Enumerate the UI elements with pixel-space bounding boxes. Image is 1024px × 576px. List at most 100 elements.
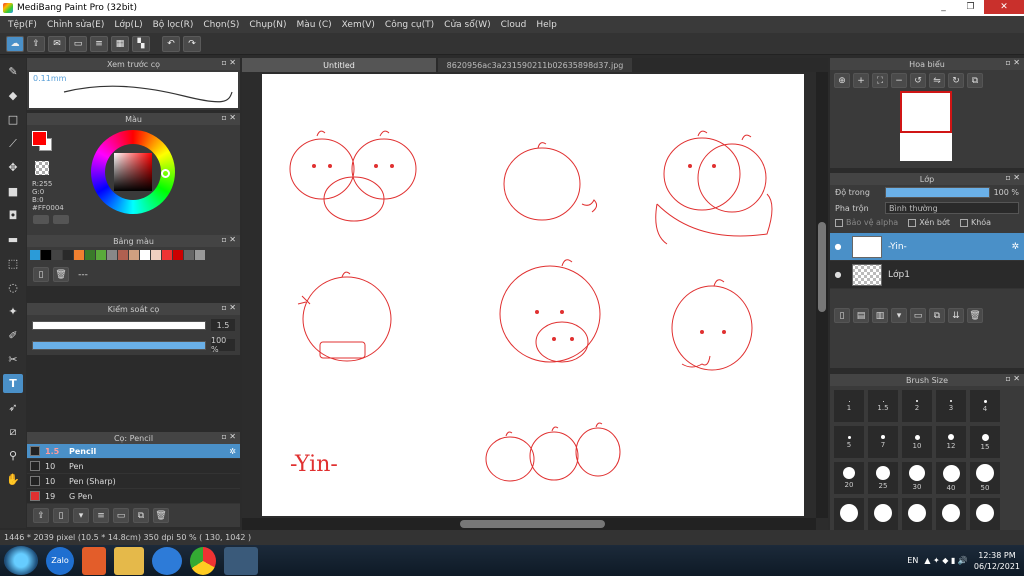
cloud-icon[interactable]: ☁ (6, 35, 24, 52)
tab-untitled[interactable]: Untitled (242, 58, 436, 72)
merge-layer-icon[interactable]: ⇊ (948, 308, 964, 323)
clip-checkbox[interactable]: Xén bớt (908, 218, 950, 227)
medibang-taskbar-icon[interactable] (224, 546, 258, 575)
saturation-value-square[interactable] (114, 153, 152, 191)
brush-size-cell[interactable]: 4 (970, 390, 1000, 422)
menu-tools[interactable]: Công cụ(T) (380, 20, 439, 30)
layer-folder-icon[interactable]: ▭ (910, 308, 926, 323)
new-8bit-layer-icon[interactable]: ▥ (872, 308, 888, 323)
folder-icon[interactable]: ▭ (113, 508, 129, 523)
menu-file[interactable]: Tệp(F) (3, 20, 42, 30)
grid-icon[interactable]: ▚ (132, 35, 150, 52)
brush-item-pen[interactable]: 10 Pen (27, 459, 240, 474)
brush-settings-icon[interactable]: ≡ (93, 508, 109, 523)
eraser-tool-icon[interactable]: ◆ (3, 86, 23, 105)
comment-icon[interactable]: ✉ (48, 35, 66, 52)
palette-swatch[interactable] (96, 250, 106, 260)
panel-close-icon[interactable]: ▫ ✕ (1005, 58, 1020, 67)
panel-close-icon[interactable]: ▫ ✕ (221, 58, 236, 67)
menu-window[interactable]: Cửa sổ(W) (439, 20, 495, 30)
palette-swatch[interactable] (74, 250, 84, 260)
hue-wheel[interactable] (91, 130, 175, 214)
close-button[interactable]: ✕ (984, 0, 1024, 14)
palette-swatch[interactable] (184, 250, 194, 260)
palette-swatch[interactable] (107, 250, 117, 260)
brush-size-cell[interactable]: 1 (834, 390, 864, 422)
menu-select[interactable]: Chọn(S) (198, 20, 244, 30)
menu-snap[interactable]: Chụp(N) (244, 20, 291, 30)
zoom-search-icon[interactable]: ⊕ (834, 73, 850, 88)
brush-size-cell[interactable]: 40 (936, 462, 966, 494)
add-brush-menu-icon[interactable]: ▾ (73, 508, 89, 523)
brush-size-cell[interactable] (868, 498, 898, 530)
chrome-icon[interactable] (190, 546, 216, 575)
brush-size-cell[interactable]: 12 (936, 426, 966, 458)
eyedropper-icon[interactable]: ⚲ (3, 446, 23, 465)
visibility-icon[interactable]: ● (830, 242, 846, 251)
gear-icon[interactable]: ✲ (229, 447, 236, 456)
delete-brush-icon[interactable]: 🗑 (153, 508, 169, 523)
move-tool-icon[interactable]: ✥ (3, 158, 23, 177)
rotate-right-icon[interactable]: ↻ (948, 73, 964, 88)
menu-help[interactable]: Help (531, 20, 562, 30)
redo-icon[interactable]: ↷ (183, 35, 201, 52)
panel-close-icon[interactable]: ▫ ✕ (221, 303, 236, 312)
horizontal-scrollbar[interactable] (242, 518, 816, 530)
panel-close-icon[interactable]: ▫ ✕ (221, 432, 236, 441)
select-eraser-icon[interactable]: ✂ (3, 350, 23, 369)
brush-size-cell[interactable]: 50 (970, 462, 1000, 494)
start-button[interactable] (4, 546, 38, 575)
brush-size-cell[interactable]: 15 (970, 426, 1000, 458)
palette-swatch[interactable] (129, 250, 139, 260)
transparent-swatch[interactable] (35, 161, 49, 175)
add-palette-icon[interactable]: ▯ (33, 267, 49, 282)
minimize-button[interactable]: _ (930, 0, 957, 14)
language-indicator[interactable]: EN (907, 556, 918, 565)
new-layer-icon[interactable]: ▯ (834, 308, 850, 323)
zalo-app[interactable]: Zalo (46, 546, 74, 575)
palette-swatch[interactable] (151, 250, 161, 260)
hue-knob[interactable] (161, 169, 170, 178)
palette-swatch[interactable] (162, 250, 172, 260)
flip-icon[interactable]: ⇋ (929, 73, 945, 88)
panel-close-icon[interactable]: ▫ ✕ (1005, 173, 1020, 182)
menu-color[interactable]: Màu (C) (292, 20, 337, 30)
menu-view[interactable]: Xem(V) (337, 20, 380, 30)
line-tool-icon[interactable]: ⟋ (3, 134, 23, 153)
brush-size-slider[interactable] (32, 320, 206, 330)
panel-close-icon[interactable]: ▫ ✕ (221, 235, 236, 244)
fit-icon[interactable]: ⛶ (872, 73, 888, 88)
new-halftone-layer-icon[interactable]: ▤ (853, 308, 869, 323)
lock-checkbox[interactable]: Khóa (959, 218, 991, 227)
duplicate-layer-icon[interactable]: ⧉ (929, 308, 945, 323)
divide-tool-icon[interactable]: ⧄ (3, 422, 23, 441)
navigator-thumbnail[interactable] (900, 91, 952, 161)
brush-size-cell[interactable]: 10 (902, 426, 932, 458)
palette-swatch[interactable] (63, 250, 73, 260)
palette-swatch[interactable] (30, 250, 40, 260)
tray-icons[interactable]: ▲ ✦ ◆ ▮ 🔊 (924, 556, 968, 565)
brush-size-cell[interactable] (936, 498, 966, 530)
gear-icon[interactable]: ✲ (1011, 242, 1019, 252)
lock-view-icon[interactable]: ⧉ (967, 73, 983, 88)
palette-swatch[interactable] (85, 250, 95, 260)
color-mode-button[interactable] (53, 215, 69, 224)
material-icon[interactable]: ▦ (111, 35, 129, 52)
brush-size-cell[interactable]: 1.5 (868, 390, 898, 422)
brush-size-cell[interactable]: 7 (868, 426, 898, 458)
visibility-icon[interactable]: ● (830, 270, 846, 279)
dot-tool-icon[interactable]: □ (3, 110, 23, 129)
text-tool-icon[interactable]: T (3, 374, 23, 393)
brush-item-pen-sharp[interactable]: 10 Pen (Sharp) (27, 474, 240, 489)
layer-1[interactable]: ● Lớp1 (830, 261, 1024, 289)
gradient-tool-icon[interactable]: ▬ (3, 230, 23, 249)
protect-alpha-checkbox[interactable]: Bảo vệ alpha (835, 218, 898, 227)
internet-explorer-icon[interactable] (152, 546, 182, 575)
hand-tool-icon[interactable]: ✋ (3, 470, 23, 489)
menu-filter[interactable]: Bộ lọc(R) (148, 20, 199, 30)
tab-image[interactable]: 8620956ac3a231590211b02635898d37.jpg (438, 58, 632, 72)
brush-item-pencil[interactable]: 1.5 Pencil ✲ (27, 444, 240, 459)
speech-bubble-icon[interactable]: ▭ (69, 35, 87, 52)
brush-tool-icon[interactable]: ✎ (3, 62, 23, 81)
palette-swatch[interactable] (140, 250, 150, 260)
